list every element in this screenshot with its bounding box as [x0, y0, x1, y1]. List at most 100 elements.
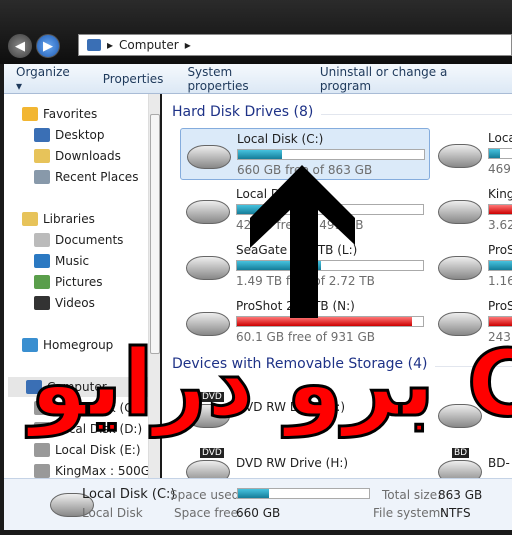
- sidebar-item-label: Downloads: [55, 149, 121, 163]
- total-size-value: 863 GB: [438, 488, 483, 502]
- sidebar-item-videos[interactable]: Videos: [34, 293, 95, 313]
- file-system-label: File system:: [373, 506, 445, 520]
- drive-item[interactable]: ProS 243: [432, 296, 512, 348]
- sidebar-item-label: Local Disk (D:): [55, 422, 143, 436]
- optical-drive-item[interactable]: BD BD-: [432, 440, 512, 478]
- back-button[interactable]: ◀: [8, 34, 32, 58]
- sidebar-item-label: KingMax : 500GB: [55, 464, 159, 478]
- drive-name: DVD RW Drive (H:): [236, 456, 349, 470]
- sidebar-item-desktop[interactable]: Desktop: [34, 125, 105, 145]
- documents-icon: [34, 233, 50, 247]
- drive-name: ProS: [488, 243, 512, 257]
- sidebar-item-label: Favorites: [43, 107, 98, 121]
- sidebar-item-pictures[interactable]: Pictures: [34, 272, 103, 292]
- status-drive-type: Local Disk: [82, 506, 143, 520]
- drive-free-space: 1.49 TB free of 2.72 TB: [236, 274, 375, 288]
- downloads-folder-icon: [34, 149, 50, 163]
- address-bar[interactable]: ▸ Computer ▸: [78, 34, 512, 56]
- sidebar-item-kingmax-500gb[interactable]: KingMax : 500GB: [34, 461, 158, 478]
- optical-drive-item[interactable]: DVD DVD RW Drive (F:): [180, 384, 430, 436]
- optical-drive-item[interactable]: CD D: [432, 384, 512, 436]
- videos-icon: [34, 296, 50, 310]
- recent-places-icon: [34, 170, 50, 184]
- organize-button[interactable]: Organize ▾: [4, 65, 91, 93]
- drive-usage-bar: [488, 316, 512, 327]
- drive-item[interactable]: King 3.62: [432, 184, 512, 236]
- drive-usage-bar: [488, 260, 512, 271]
- drive-item[interactable]: Local Disk (C:) 660 GB free of 863 GB: [180, 128, 430, 180]
- hard-drive-icon: [186, 312, 230, 336]
- sidebar-item-label: Local Disk (E:): [55, 443, 141, 457]
- drive-free-space: 42 GB free of 499 GB: [236, 218, 364, 232]
- drive-free-space: 3.62: [488, 218, 512, 232]
- drive-icon: [34, 443, 50, 457]
- forward-button[interactable]: ▶: [36, 34, 60, 58]
- file-system-value: NTFS: [440, 506, 471, 520]
- drive-free-space: 469: [488, 162, 511, 176]
- drive-item[interactable]: ProS 1.16: [432, 240, 512, 292]
- breadcrumb-separator: ▸: [184, 38, 191, 52]
- space-used-label: Space used:: [170, 488, 244, 502]
- sidebar-item-label: Local Disk (C:): [55, 401, 142, 415]
- optical-drive-icon: [438, 404, 482, 428]
- music-icon: [34, 254, 50, 268]
- star-icon: [22, 107, 38, 121]
- hard-drive-icon: [186, 256, 230, 280]
- sidebar-item-documents[interactable]: Documents: [34, 230, 123, 250]
- sidebar-item-libraries[interactable]: Libraries: [22, 209, 95, 229]
- group-header-removable-storage[interactable]: Devices with Removable Storage (4): [172, 356, 512, 372]
- sidebar-item-label: Libraries: [43, 212, 95, 226]
- sidebar-item-label: Homegroup: [43, 338, 114, 352]
- space-used-bar: [237, 488, 370, 499]
- nav-scrollbar-thumb[interactable]: [150, 114, 160, 354]
- drive-free-space: 60.1 GB free of 931 GB: [236, 330, 375, 344]
- breadcrumb-computer[interactable]: Computer: [119, 38, 179, 52]
- sidebar-item-label: Recent Places: [55, 170, 139, 184]
- drive-usage-bar: [236, 204, 424, 215]
- optical-drive-icon: [186, 460, 230, 478]
- drive-name: King: [488, 187, 512, 201]
- group-header-hard-disk-drives[interactable]: Hard Disk Drives (8): [172, 104, 512, 120]
- drive-badge: BD: [452, 448, 470, 458]
- sidebar-item-local-disk-d-[interactable]: Local Disk (D:): [34, 419, 142, 439]
- details-pane: Local Disk (C:) Local Disk Space used: S…: [4, 478, 512, 530]
- sidebar-item-label: Desktop: [55, 128, 105, 142]
- hard-drive-icon: [187, 145, 231, 169]
- space-free-value: 660 GB: [236, 506, 281, 520]
- properties-button[interactable]: Properties: [91, 72, 176, 86]
- sidebar-item-local-disk-e-[interactable]: Local Disk (E:): [34, 440, 141, 460]
- space-free-label: Space free:: [174, 506, 243, 520]
- hard-drive-icon: [186, 200, 230, 224]
- drive-name: Local Disk (C:): [237, 132, 324, 146]
- hard-drive-icon: [438, 200, 482, 224]
- system-properties-button[interactable]: System properties: [175, 65, 307, 93]
- breadcrumb-separator: ▸: [107, 38, 114, 52]
- optical-drive-item[interactable]: DVD DVD RW Drive (H:): [180, 440, 430, 478]
- sidebar-item-label: Pictures: [55, 275, 103, 289]
- sidebar-item-recent-places[interactable]: Recent Places: [34, 167, 138, 187]
- navigation-pane: Favorites Desktop Downloads Recent Places Li…: [4, 94, 160, 478]
- sidebar-item-favorites[interactable]: Favorites: [22, 104, 97, 124]
- drive-item[interactable]: Loca 469: [432, 128, 512, 180]
- sidebar-item-downloads[interactable]: Downloads: [34, 146, 121, 166]
- drive-free-space: 1.16: [488, 274, 512, 288]
- drive-usage-bar: [237, 149, 425, 160]
- drive-item[interactable]: SeaGate 2 : 3TB (L:) 1.49 TB free of 2.7…: [180, 240, 430, 292]
- drive-item[interactable]: Local Disk (D:) 42 GB free of 499 GB: [180, 184, 430, 236]
- sidebar-item-computer[interactable]: Computer: [8, 377, 148, 397]
- drive-icon: [34, 401, 50, 415]
- drive-usage-bar: [236, 260, 424, 271]
- drive-item[interactable]: ProShot 2 : 1TB (N:) 60.1 GB free of 931…: [180, 296, 430, 348]
- uninstall-button[interactable]: Uninstall or change a program: [308, 65, 512, 93]
- content-pane: Hard Disk Drives (8) Devices with Remova…: [162, 94, 512, 478]
- command-bar: Organize ▾ Properties System properties …: [4, 64, 512, 94]
- hard-drive-icon: [438, 256, 482, 280]
- computer-icon: [26, 380, 42, 394]
- libraries-icon: [22, 212, 38, 226]
- sidebar-item-music[interactable]: Music: [34, 251, 89, 271]
- desktop-icon: [34, 128, 50, 142]
- drive-name: Loca: [488, 131, 512, 145]
- sidebar-item-local-disk-c-[interactable]: Local Disk (C:): [34, 398, 141, 418]
- sidebar-item-label: Computer: [47, 380, 107, 394]
- sidebar-item-homegroup[interactable]: Homegroup: [22, 335, 113, 355]
